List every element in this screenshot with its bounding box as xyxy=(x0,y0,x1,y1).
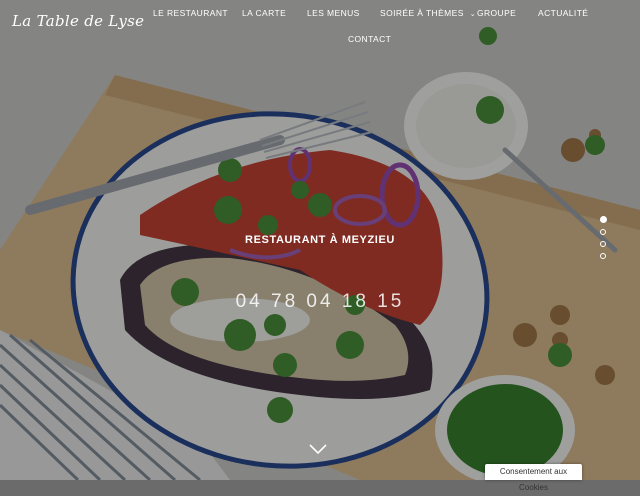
hero-title: RESTAURANT À MEYZIEU xyxy=(245,234,395,246)
slider-dot-2[interactable] xyxy=(600,229,606,235)
slider-pagination xyxy=(600,216,608,265)
nav-item-actualite[interactable]: ACTUALITÉ xyxy=(538,8,588,18)
nav-item-groupe[interactable]: GROUPE xyxy=(477,8,516,18)
chevron-down-icon xyxy=(309,444,327,455)
nav-item-le-restaurant[interactable]: LE RESTAURANT xyxy=(153,8,228,18)
slider-dot-1[interactable] xyxy=(600,216,607,223)
site-logo[interactable]: La Table de Lyse xyxy=(12,12,144,30)
cookie-consent-button[interactable]: Consentement aux Cookies xyxy=(485,464,582,492)
nav-item-soiree-label: SOIRÉE À THÈMES xyxy=(380,8,464,18)
main-navigation: LE RESTAURANT LA CARTE LES MENUS SOIRÉE … xyxy=(138,0,598,48)
nav-item-les-menus[interactable]: LES MENUS xyxy=(307,8,360,18)
chevron-down-icon: ⌄ xyxy=(469,11,477,18)
slider-dot-4[interactable] xyxy=(600,253,606,259)
nav-item-la-carte[interactable]: LA CARTE xyxy=(242,8,286,18)
nav-item-soiree-a-themes[interactable]: SOIRÉE À THÈMES ⌄ xyxy=(380,8,476,18)
slider-dot-3[interactable] xyxy=(600,241,606,247)
nav-item-contact[interactable]: CONTACT xyxy=(348,34,391,44)
scroll-down-button[interactable] xyxy=(308,440,328,458)
hero-phone[interactable]: 04 78 04 18 15 xyxy=(0,291,640,313)
